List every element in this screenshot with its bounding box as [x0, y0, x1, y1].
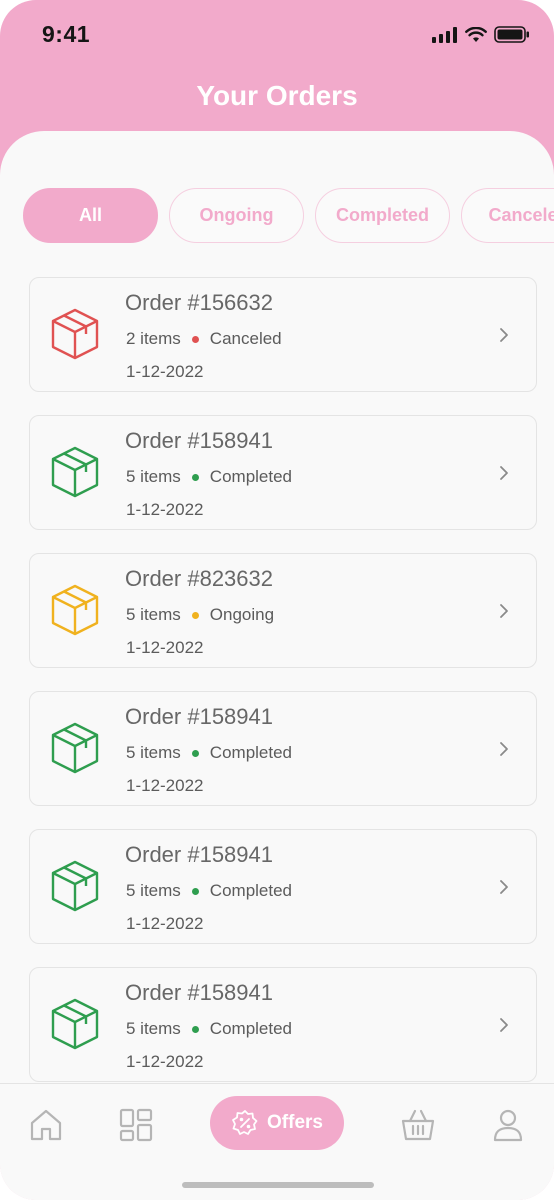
order-title: Order #158941: [125, 704, 273, 729]
package-icon: [51, 446, 99, 498]
order-title: Order #156632: [125, 290, 273, 315]
chevron-right-icon: [500, 742, 508, 756]
order-status: Completed: [209, 1019, 293, 1038]
status-dot: [191, 887, 199, 895]
package-icon: [51, 860, 99, 912]
home-indicator: [182, 1182, 374, 1188]
content-sheet: All Ongoing Completed Canceled Order #15…: [0, 131, 554, 1200]
order-title: Order #158941: [125, 980, 273, 1005]
order-date: 1-12-2022: [126, 1052, 204, 1071]
chevron-right-icon: [500, 604, 508, 618]
status-dot: [191, 611, 199, 619]
order-card[interactable]: Order #158941 5 items Completed 1-12-202…: [29, 415, 537, 530]
bottom-nav: Offers: [0, 1083, 554, 1200]
order-date: 1-12-2022: [126, 362, 204, 381]
order-meta: 5 items Ongoing: [126, 605, 274, 625]
status-dot: [191, 749, 199, 757]
order-meta: 5 items Completed: [126, 743, 292, 763]
order-meta: 5 items Completed: [126, 1019, 292, 1039]
chevron-right-icon: [500, 1018, 508, 1032]
discount-icon: [232, 1110, 258, 1135]
package-icon: [51, 998, 99, 1050]
order-status: Completed: [209, 743, 293, 762]
orders-list: Order #156632 2 items Canceled 1-12-2022: [29, 277, 537, 1105]
status-dot: [191, 473, 199, 481]
offers-label: Offers: [267, 1112, 323, 1133]
wifi-icon: [465, 26, 487, 42]
tab-all[interactable]: All: [23, 188, 158, 243]
order-date: 1-12-2022: [126, 914, 204, 933]
page-title: Your Orders: [196, 80, 358, 111]
order-date: 1-12-2022: [126, 638, 204, 657]
order-card[interactable]: Order #158941 5 items Completed 1-12-202…: [29, 829, 537, 944]
chevron-right-icon: [500, 466, 508, 480]
package-icon: [51, 584, 99, 636]
filter-tabs: All Ongoing Completed Canceled: [23, 188, 554, 243]
order-title: Order #158941: [125, 842, 273, 867]
tab-completed[interactable]: Completed: [315, 188, 450, 243]
profile-icon[interactable]: [490, 1107, 526, 1143]
order-meta: 5 items Completed: [126, 467, 292, 487]
order-meta: 2 items Canceled: [126, 329, 282, 349]
order-items: 5 items: [126, 605, 181, 624]
order-date: 1-12-2022: [126, 776, 204, 795]
package-icon: [51, 722, 99, 774]
status-time: 9:41: [42, 21, 91, 47]
dashboard-icon[interactable]: [118, 1107, 154, 1143]
order-card[interactable]: Order #823632 5 items Ongoing 1-12-2022: [29, 553, 537, 668]
status-bar: 9:41: [0, 0, 554, 70]
basket-icon[interactable]: [400, 1107, 436, 1143]
order-status: Canceled: [209, 329, 282, 348]
order-card[interactable]: Order #156632 2 items Canceled 1-12-2022: [29, 277, 537, 392]
home-icon[interactable]: [28, 1107, 64, 1143]
order-items: 2 items: [126, 329, 181, 348]
order-status: Completed: [209, 881, 293, 900]
status-dot: [191, 335, 199, 343]
chevron-right-icon: [500, 328, 508, 342]
order-card[interactable]: Order #158941 5 items Completed 1-12-202…: [29, 967, 537, 1082]
order-title: Order #158941: [125, 428, 273, 453]
chevron-right-icon: [500, 880, 508, 894]
order-title: Order #823632: [125, 566, 273, 591]
package-icon: [51, 308, 99, 360]
order-meta: 5 items Completed: [126, 881, 292, 901]
order-items: 5 items: [126, 1019, 181, 1038]
status-dot: [191, 1025, 199, 1033]
tab-canceled[interactable]: Canceled: [461, 188, 554, 243]
signal-icon: [432, 26, 457, 43]
order-date: 1-12-2022: [126, 500, 204, 519]
order-card[interactable]: Order #158941 5 items Completed 1-12-202…: [29, 691, 537, 806]
order-items: 5 items: [126, 467, 181, 486]
tab-ongoing[interactable]: Ongoing: [169, 188, 304, 243]
order-status: Completed: [209, 467, 293, 486]
order-status: Ongoing: [209, 605, 275, 624]
battery-icon: [494, 26, 529, 43]
order-items: 5 items: [126, 743, 181, 762]
order-items: 5 items: [126, 881, 181, 900]
phone-screen: 9:41 Your Orders All Ongoing Completed C…: [0, 0, 554, 1200]
offers-button[interactable]: Offers: [210, 1096, 344, 1150]
status-icons: [432, 26, 530, 43]
